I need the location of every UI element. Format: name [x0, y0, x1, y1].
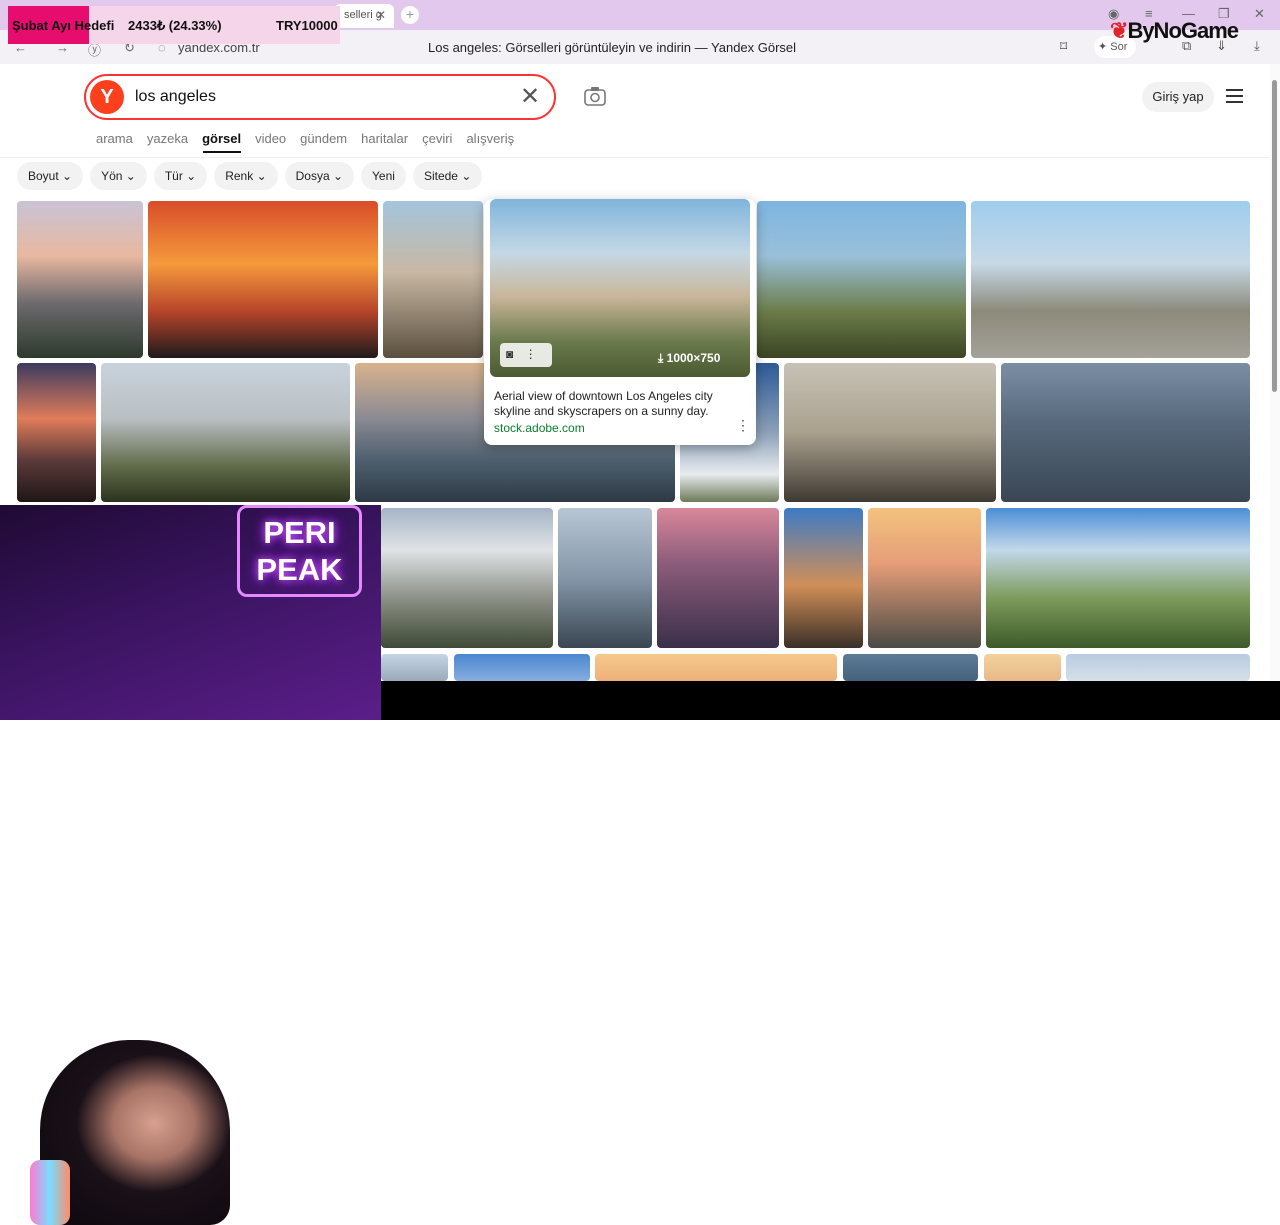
camera-search-icon[interactable] [584, 86, 606, 106]
downloads-icon[interactable]: ⤓ [1254, 38, 1260, 54]
chevron-down-icon: ⌄ [457, 169, 472, 183]
service-tabs: arama yazeka görsel video gündem haritalar çev… [96, 131, 528, 146]
image-result[interactable] [148, 201, 378, 358]
filter-label: Yön [101, 169, 123, 183]
tab-gündem[interactable]: gündem [300, 131, 347, 146]
tab-görsel[interactable]: görsel [202, 131, 241, 146]
clear-search-icon[interactable]: ✕ [520, 84, 540, 110]
filter-label: Tür [164, 169, 183, 183]
image-result[interactable] [1001, 363, 1250, 502]
close-window-icon[interactable]: ✕ [1254, 6, 1265, 22]
divider [0, 157, 1270, 158]
rgb-microphone [30, 1160, 70, 1225]
filter-label: Dosya [295, 169, 330, 183]
image-result[interactable] [868, 508, 981, 648]
chevron-down-icon: ⌄ [58, 169, 73, 183]
image-result[interactable] [595, 654, 837, 681]
image-source-link[interactable]: stock.adobe.com [494, 421, 585, 435]
image-result[interactable] [1066, 654, 1250, 681]
filter-chip[interactable]: Yön ⌄ [90, 162, 147, 190]
close-tab-icon[interactable]: ✕ [376, 8, 386, 22]
chevron-down-icon: ⌄ [182, 169, 197, 183]
download-size-button[interactable]: ⤓ 1000×750 [658, 351, 720, 366]
filter-chip[interactable]: Tür ⌄ [153, 162, 208, 190]
image-result[interactable] [657, 508, 779, 648]
download-icon: ⤓ [658, 351, 664, 365]
image-result[interactable] [986, 508, 1250, 648]
chevron-down-icon: ⌄ [253, 169, 267, 183]
scrollbar-thumb[interactable] [1272, 80, 1277, 392]
new-tab-icon[interactable]: + [401, 6, 419, 24]
ai-icon: ✦ [1098, 41, 1108, 53]
hamburger-menu-icon[interactable] [1226, 89, 1243, 103]
image-result[interactable] [558, 508, 652, 648]
bynogame-logo: ❦ByNoGame [1110, 18, 1239, 44]
letterbox-bar [381, 681, 1280, 720]
search-input[interactable]: los angeles [135, 88, 216, 106]
flame-icon: ❦ [1110, 18, 1128, 43]
search-box[interactable]: Y los angeles ✕ [84, 74, 556, 120]
filter-chip[interactable]: Dosya ⌄ [284, 162, 355, 190]
filter-chip[interactable]: Boyut ⌄ [17, 162, 84, 190]
neon-sign-line2: PEAK [256, 552, 343, 587]
image-result[interactable] [843, 654, 978, 681]
goal-progress: 2433₺ (24.33%) [128, 18, 222, 33]
active-tab-underline [203, 151, 241, 153]
card-more-icon[interactable]: ⋮ [736, 417, 750, 434]
filter-chip[interactable]: Sitede ⌄ [412, 162, 483, 190]
filter-label: Yeni [372, 169, 395, 183]
more-options-icon[interactable]: ⋮ [525, 347, 537, 361]
image-result[interactable] [101, 363, 350, 502]
goal-target: TRY10000 [276, 18, 338, 33]
image-result[interactable] [757, 201, 966, 358]
image-result[interactable] [383, 201, 483, 358]
image-result[interactable] [381, 508, 553, 648]
tab-video[interactable]: video [255, 131, 286, 146]
filter-chip[interactable]: Yeni [361, 162, 406, 190]
tab-alışveriş[interactable]: alışveriş [466, 131, 514, 146]
neon-sign: PERI PEAK [237, 505, 362, 597]
filter-chip[interactable]: Renk ⌄ [214, 162, 278, 190]
image-result[interactable] [17, 363, 96, 502]
yandex-logo[interactable]: Y [90, 80, 124, 114]
tab-çeviri[interactable]: çeviri [422, 131, 452, 146]
image-result[interactable] [971, 201, 1250, 358]
tab-yazeka[interactable]: yazeka [147, 131, 188, 146]
image-result[interactable] [784, 363, 996, 502]
tab-haritalar[interactable]: haritalar [361, 131, 408, 146]
filter-label: Sitede [423, 169, 458, 183]
preview-tools: ◙ ⋮ [500, 343, 552, 367]
tab-active[interactable]: selleri g ✕ [334, 4, 394, 28]
image-description: Aerial view of downtown Los Angeles city… [494, 389, 713, 418]
image-result[interactable] [17, 201, 143, 358]
image-result[interactable] [454, 654, 590, 681]
page-title: Los angeles: Görselleri görüntüleyin ve … [428, 40, 797, 55]
filter-label: Renk [225, 169, 254, 183]
login-button[interactable]: Giriş yap [1142, 82, 1214, 112]
tab-arama[interactable]: arama [96, 131, 133, 146]
image-result[interactable] [984, 654, 1061, 681]
neon-sign-line1: PERI [263, 515, 336, 550]
image-result[interactable] [381, 654, 448, 681]
camera-search-icon[interactable]: ◙ [506, 347, 513, 361]
image-size: 1000×750 [666, 351, 721, 365]
donation-goal-overlay: Şubat Ayı Hedefi 2433₺ (24.33%) TRY10000 [8, 6, 340, 44]
chevron-down-icon: ⌄ [122, 169, 136, 183]
brand-name: ByNoGame [1127, 18, 1239, 43]
image-result[interactable] [784, 508, 863, 648]
goal-label: Şubat Ayı Hedefi [12, 18, 115, 33]
filter-label: Boyut [28, 169, 59, 183]
filter-bar: Boyut ⌄ Yön ⌄ Tür ⌄ Renk ⌄ Dosya ⌄ Yeni Sitede… [17, 162, 489, 190]
image-preview-card[interactable]: ◙ ⋮ ⤓ 1000×750 Aerial view of downtown L… [484, 199, 756, 445]
chevron-down-icon: ⌄ [329, 169, 344, 183]
bookmark-icon[interactable]: ⌑ [1060, 38, 1067, 55]
